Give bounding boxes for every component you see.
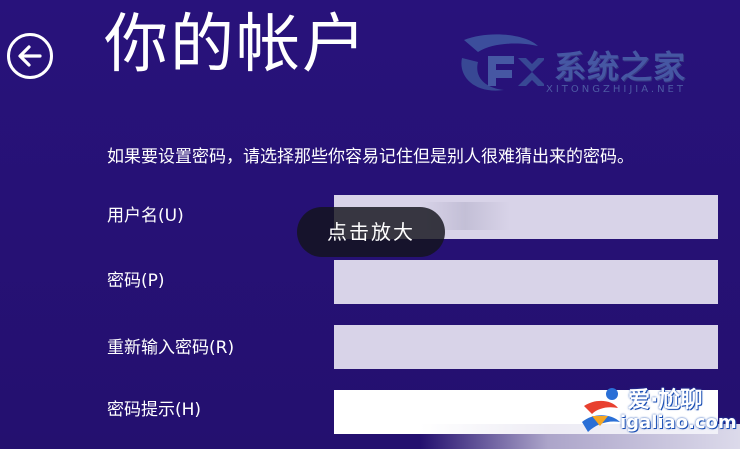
- page-title: 你的帐户: [104, 8, 368, 82]
- zoom-tooltip-button[interactable]: 点击放大: [297, 207, 445, 257]
- site-logo-watermark: 系统之家 XITONGZHIJIA.NET: [434, 28, 734, 104]
- back-button[interactable]: [7, 33, 53, 79]
- arrow-left-icon: [18, 45, 42, 67]
- password-input[interactable]: [334, 260, 718, 304]
- corner-watermark-domain: igaliao.com: [620, 412, 737, 433]
- password-label: 密码(P): [107, 271, 165, 291]
- corner-watermark: 爱·尬聊 igaliao.com: [578, 382, 738, 442]
- reenter-password-label: 重新输入密码(R): [107, 338, 235, 358]
- corner-watermark-title: 爱·尬聊: [628, 388, 703, 413]
- chat-logo-icon: [582, 388, 620, 432]
- password-instruction: 如果要设置密码，请选择那些你容易记住但是别人很难猜出来的密码。: [107, 147, 634, 167]
- logo-mark-icon: [461, 34, 544, 91]
- logo-text: 系统之家: [554, 48, 687, 86]
- username-label: 用户名(U): [107, 206, 184, 226]
- password-hint-label: 密码提示(H): [107, 400, 202, 420]
- logo-subtext: XITONGZHIJIA.NET: [546, 84, 686, 95]
- reenter-password-input[interactable]: [334, 325, 718, 369]
